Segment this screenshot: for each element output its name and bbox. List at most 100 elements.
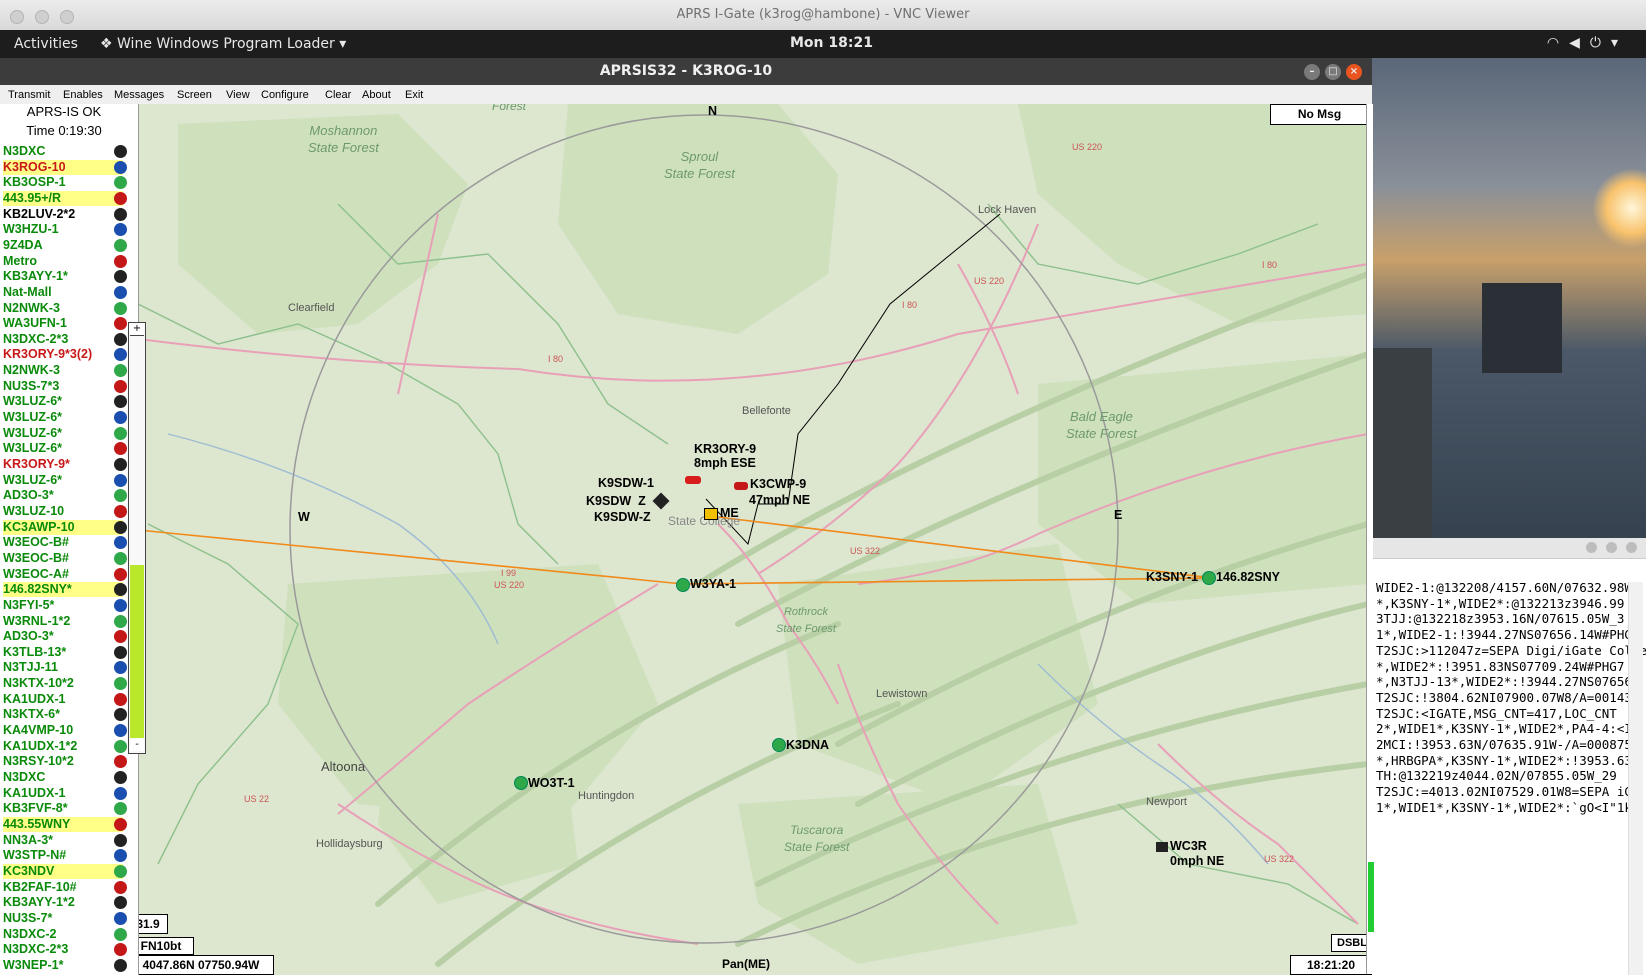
menu-clear[interactable]: Clear: [325, 89, 351, 101]
station-list-item[interactable]: K3ROG-10: [3, 159, 123, 175]
menu-exit[interactable]: Exit: [405, 89, 423, 101]
menu-screen[interactable]: Screen: [177, 89, 212, 101]
station-list-item[interactable]: 443.55WNY: [3, 816, 123, 832]
zoom-out-button[interactable]: -: [130, 739, 144, 751]
station-list-item[interactable]: W3EOC-B#: [3, 535, 123, 550]
i80-shield: I 80: [1262, 260, 1278, 270]
station-list-item[interactable]: KA4VMP-10: [3, 723, 123, 738]
home-icon[interactable]: [1156, 842, 1168, 852]
app-menu[interactable]: ❖ Wine Windows Program Loader ▾: [100, 36, 346, 52]
station-list-item[interactable]: W3EOC-A#: [3, 567, 123, 582]
station-list-item[interactable]: N3FYI-5*: [3, 598, 123, 613]
station-k9sdw-z[interactable]: K9SDW Z: [586, 494, 646, 508]
maximize-icon[interactable]: [1606, 542, 1617, 553]
station-list-item[interactable]: N3DXC-2*3: [3, 332, 123, 347]
station-k9sdw-1[interactable]: K9SDW-1: [598, 476, 654, 490]
station-k3cwp-9[interactable]: K3CWP-9: [750, 477, 806, 491]
minimize-icon[interactable]: –: [1304, 64, 1320, 80]
digi-icon[interactable]: [1202, 571, 1216, 585]
menu-transmit[interactable]: Transmit: [8, 89, 50, 101]
home-icon[interactable]: [704, 508, 718, 520]
station-list-item[interactable]: N3KTX-6*: [3, 707, 123, 722]
vehicle-icon[interactable]: [734, 482, 748, 490]
station-list-item[interactable]: Metro: [3, 254, 123, 269]
station-list-item[interactable]: KB3FVF-8*: [3, 801, 123, 816]
digi-icon[interactable]: [772, 738, 786, 752]
menu-configure[interactable]: Configure: [261, 89, 309, 101]
station-list-item[interactable]: W3RNL-1*2: [3, 614, 123, 629]
message-box[interactable]: No Msg: [1270, 104, 1369, 125]
station-list-item[interactable]: N3TJJ-11: [3, 660, 123, 675]
station-list-item[interactable]: W3STP-N#: [3, 848, 123, 863]
menu-view[interactable]: View: [226, 89, 250, 101]
station-list-item[interactable]: 146.82SNY*: [3, 582, 123, 598]
station-list-item[interactable]: KC3AWP-10: [3, 519, 123, 535]
station-k3dna[interactable]: K3DNA: [786, 738, 829, 752]
station-k3sny-1[interactable]: K3SNY-1: [1146, 570, 1198, 584]
station-list-item[interactable]: 9Z4DA: [3, 238, 123, 253]
station-list-item[interactable]: AD3O-3*: [3, 488, 123, 503]
system-tray[interactable]: ◠◀⏻▾: [1547, 35, 1628, 51]
station-list-item[interactable]: W3LUZ-6*: [3, 441, 123, 456]
station-list-item[interactable]: NU3S-7*: [3, 911, 123, 926]
station-list-item[interactable]: W3LUZ-6*: [3, 394, 123, 409]
station-list-item[interactable]: KB3OSP-1: [3, 175, 123, 190]
station-list-item[interactable]: N3DXC-2: [3, 927, 123, 942]
station-list-item[interactable]: KB2FAF-10#: [3, 880, 123, 895]
station-list-item[interactable]: W3LUZ-6*: [3, 410, 123, 425]
log-window-title-bar[interactable]: [1372, 538, 1646, 559]
digi-icon[interactable]: [676, 578, 690, 592]
station-list-item[interactable]: W3LUZ-6*: [3, 473, 123, 488]
station-list-item[interactable]: KA1UDX-1: [3, 692, 123, 707]
station-list-item[interactable]: KB2LUV-2*2: [3, 207, 123, 222]
station-w3ya-1[interactable]: W3YA-1: [690, 577, 736, 591]
menu-messages[interactable]: Messages: [114, 89, 164, 101]
station-list-item[interactable]: W3LUZ-10: [3, 504, 123, 519]
station-wc3r[interactable]: WC3R: [1170, 839, 1207, 853]
menu-enables[interactable]: Enables: [63, 89, 103, 101]
station-list-item[interactable]: KA1UDX-1*2: [3, 739, 123, 754]
station-list-item[interactable]: WA3UFN-1: [3, 316, 123, 331]
station-list-item[interactable]: Nat-Mall: [3, 285, 123, 300]
log-scrollbar[interactable]: [1628, 582, 1643, 975]
station-list-item[interactable]: NN3A-3*: [3, 833, 123, 848]
station-list-item[interactable]: N3DXC-2*3: [3, 942, 123, 957]
maximize-icon[interactable]: □: [1325, 64, 1341, 80]
digi-icon[interactable]: [514, 776, 528, 790]
station-list-item[interactable]: KA1UDX-1: [3, 786, 123, 801]
station-list-item[interactable]: KB3AYY-1*2: [3, 895, 123, 910]
station-list-item[interactable]: KR3ORY-9*: [3, 457, 123, 472]
station-list-item[interactable]: W3EOC-B#: [3, 551, 123, 566]
station-wo3t-1[interactable]: WO3T-1: [528, 776, 575, 790]
station-me[interactable]: ME: [720, 506, 739, 520]
close-icon[interactable]: ×: [1346, 64, 1362, 80]
minimize-icon[interactable]: [1586, 542, 1597, 553]
station-list-item[interactable]: KB3AYY-1*: [3, 269, 123, 284]
close-icon[interactable]: [1626, 542, 1637, 553]
compass-east: E: [1114, 508, 1123, 522]
station-list-item[interactable]: KR3ORY-9*3(2): [3, 347, 123, 362]
station-list-item[interactable]: KC3NDV: [3, 863, 123, 879]
station-146-82sny[interactable]: 146.82SNY: [1216, 570, 1280, 584]
station-k9sdw-z-2[interactable]: K9SDW-Z: [594, 510, 651, 524]
vehicle-icon[interactable]: [685, 476, 701, 484]
station-list-item[interactable]: N2NWK-3: [3, 301, 123, 316]
station-list-item[interactable]: W3HZU-1: [3, 222, 123, 237]
station-list-item[interactable]: AD3O-3*: [3, 629, 123, 644]
desktop-clock[interactable]: Mon 18:21: [790, 35, 873, 51]
station-list-item[interactable]: N2NWK-3: [3, 363, 123, 378]
station-list-item[interactable]: N3KTX-10*2: [3, 676, 123, 691]
station-list-item[interactable]: K3TLB-13*: [3, 645, 123, 660]
station-list-item[interactable]: N3RSY-10*2: [3, 754, 123, 769]
menu-about[interactable]: About: [362, 89, 391, 101]
station-kr3ory-9[interactable]: KR3ORY-9: [694, 442, 756, 456]
station-list-item[interactable]: W3LUZ-6*: [3, 426, 123, 441]
station-list-item[interactable]: NU3S-7*3: [3, 379, 123, 394]
station-list-item[interactable]: 443.95+/R: [3, 190, 123, 206]
station-list-item[interactable]: N3DXC: [3, 144, 123, 159]
station-list-item[interactable]: W3NEP-1*: [3, 958, 123, 973]
station-list-item[interactable]: N3DXC: [3, 770, 123, 785]
map-view[interactable]: Moshannon State Forest Sproul State Fore…: [138, 104, 1372, 975]
zoom-in-button[interactable]: +: [130, 323, 144, 336]
activities-button[interactable]: Activities: [14, 36, 78, 52]
